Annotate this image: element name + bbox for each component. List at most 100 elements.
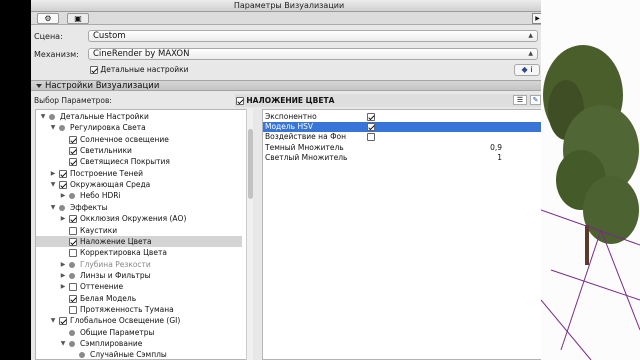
param-checkbox[interactable] [367, 123, 375, 132]
tree-item[interactable]: ▶ Глубина Резкости [36, 259, 242, 270]
scroll-thumb[interactable] [248, 129, 253, 199]
params-select-label: Выбор Параметров: [34, 96, 112, 105]
info-icon: i [530, 65, 533, 74]
tree-item-label: Линзы и Фильтры [80, 270, 151, 280]
tree-item[interactable]: Общие Параметры [36, 327, 242, 338]
engine-select[interactable]: CineRender by MAXON ▲ [88, 48, 538, 60]
tab-settings[interactable]: ⚙ [37, 13, 59, 24]
tree-item[interactable]: ▼ Окружающая Среда [36, 179, 242, 190]
expand-down-icon[interactable]: ▼ [50, 122, 56, 133]
tree-item[interactable]: ▶ Построение Теней [36, 168, 242, 179]
render-settings-window: Параметры Визуализации ⚙ ▣ ▶ Сцена: Cust… [31, 0, 547, 360]
tree-item-marker [49, 111, 55, 122]
tree-item-checkbox[interactable] [69, 305, 77, 314]
tree-item-checkbox[interactable] [59, 169, 67, 178]
tree-item-label: Наложение Цвета [80, 236, 152, 246]
tree-item[interactable]: ▶ Линзы и Фильтры [36, 270, 242, 281]
detailed-settings-label: Детальные настройки [100, 65, 189, 74]
tree-item-checkbox[interactable] [69, 135, 77, 144]
tree-item[interactable]: Каустики [36, 225, 242, 236]
bullet-icon [69, 341, 75, 347]
expand-right-icon[interactable]: ▶ [60, 213, 66, 224]
tree-item-label: Детальные Настройки [60, 112, 149, 121]
tree-item[interactable]: Корректировка Цвета [36, 247, 242, 258]
tree-item-label: Эффекты [70, 202, 108, 212]
tree-item[interactable]: ▼ Детальные Настройки [36, 111, 242, 122]
tree-scrollbar[interactable] [246, 109, 253, 360]
param-number-field[interactable]: 1 [497, 153, 502, 163]
param-number-field[interactable]: 0,9 [490, 143, 502, 153]
tree-item-checkbox[interactable] [69, 237, 77, 246]
tree-item-marker [69, 213, 77, 224]
expand-right-icon[interactable]: ▶ [60, 281, 66, 292]
tree-item[interactable]: Протяженность Тумана [36, 304, 242, 315]
tree-item-marker [69, 134, 77, 145]
scene-select[interactable]: Custom ▲ [88, 30, 538, 42]
section-title: Настройки Визуализации [45, 81, 160, 91]
tree-item[interactable]: ▶ Окклюзия Окружения (АО) [36, 213, 242, 224]
param-row[interactable]: Темный Множитель 0,9 [263, 143, 542, 153]
param-label: Экспонентно [265, 112, 317, 121]
expand-right-icon[interactable]: ▶ [60, 190, 66, 201]
tree-item-label: Протяженность Тумана [80, 304, 174, 314]
expand-right-icon[interactable]: ▶ [60, 270, 66, 281]
tree-item-checkbox[interactable] [69, 226, 77, 235]
param-row[interactable]: Модель HSV [263, 122, 542, 133]
tree-item[interactable]: ▼ Эффекты [36, 202, 242, 213]
tree-item[interactable]: Светильники [36, 145, 242, 156]
tree-item-checkbox[interactable] [69, 215, 77, 224]
play-icon: ▶ [535, 15, 540, 22]
param-checkbox[interactable] [367, 133, 375, 142]
expand-down-icon[interactable]: ▼ [60, 338, 66, 349]
param-row[interactable]: Воздействие на Фон [263, 132, 542, 142]
info-button[interactable]: ◆ i [514, 64, 540, 76]
param-row[interactable]: Светлый Множитель 1 [263, 153, 542, 163]
tree-item[interactable]: ▶ Оттенение [36, 281, 242, 292]
tree-item[interactable]: ▶ Небо HDRi [36, 190, 242, 201]
tree-item-checkbox[interactable] [69, 249, 77, 258]
tree-item[interactable]: Наложение Цвета [36, 235, 242, 247]
expand-down-icon[interactable]: ▼ [50, 315, 56, 326]
tree-item[interactable]: Белая Модель [36, 293, 242, 304]
edit-button[interactable]: ✎ [530, 95, 541, 105]
tree-item-marker [69, 281, 77, 292]
detailed-settings-checkbox[interactable] [90, 66, 98, 74]
expand-down-icon[interactable]: ▼ [40, 111, 46, 122]
param-row[interactable]: Экспонентно [263, 112, 542, 122]
tree-item-checkbox[interactable] [69, 147, 77, 156]
expand-down-icon[interactable]: ▼ [50, 202, 56, 213]
list-view-button[interactable]: ☰ [513, 95, 527, 105]
tree-item[interactable]: ▼ Глобальное Освещение (GI) [36, 315, 242, 326]
color-effect-checkbox[interactable] [236, 97, 244, 105]
tree-item-checkbox[interactable] [69, 158, 77, 167]
color-effect-header: НАЛОЖЕНИЕ ЦВЕТА ☰ ✎ [235, 94, 543, 107]
tree-item[interactable]: ▼ Регулировка Света [36, 122, 242, 133]
param-label: Модель HSV [265, 122, 313, 132]
tree-item-checkbox[interactable] [59, 181, 67, 190]
expand-down-icon[interactable]: ▼ [50, 179, 56, 190]
expand-right-icon[interactable]: ▶ [50, 168, 56, 179]
param-checkbox[interactable] [367, 113, 375, 121]
tree-item-checkbox[interactable] [59, 317, 67, 326]
tree-item-checkbox[interactable] [69, 294, 77, 303]
tree-item[interactable]: Случайные Сэмплы [36, 349, 242, 359]
tree-item-marker [69, 156, 77, 167]
param-label: Светлый Множитель [265, 152, 348, 162]
tab-bar: ⚙ ▣ ▶ [31, 12, 547, 25]
tree-item[interactable]: Солнечное освещение [36, 134, 242, 145]
expand-right-icon[interactable]: ▶ [60, 259, 66, 270]
parameter-panel: Экспонентно Модель HSV Воздействие на Фон Т… [262, 109, 543, 360]
tree-item-marker [79, 349, 85, 359]
tree-item[interactable]: Светящиеся Покрытия [36, 156, 242, 167]
tree-item-checkbox[interactable] [69, 283, 77, 292]
tree-item[interactable]: ▼ Сэмплирование [36, 338, 242, 349]
tree-item-label: Окклюзия Окружения (АО) [80, 214, 187, 224]
viewport-background [541, 0, 640, 360]
tree-item-label: Каустики [80, 225, 118, 235]
engine-label: Механизм: [34, 50, 79, 59]
image-icon: ▣ [74, 14, 82, 23]
tree-item-marker [69, 304, 77, 315]
tab-preview[interactable]: ▣ [67, 13, 89, 24]
section-header[interactable]: Настройки Визуализации [31, 80, 547, 91]
tree-item-label: Глобальное Освещение (GI) [70, 316, 181, 326]
